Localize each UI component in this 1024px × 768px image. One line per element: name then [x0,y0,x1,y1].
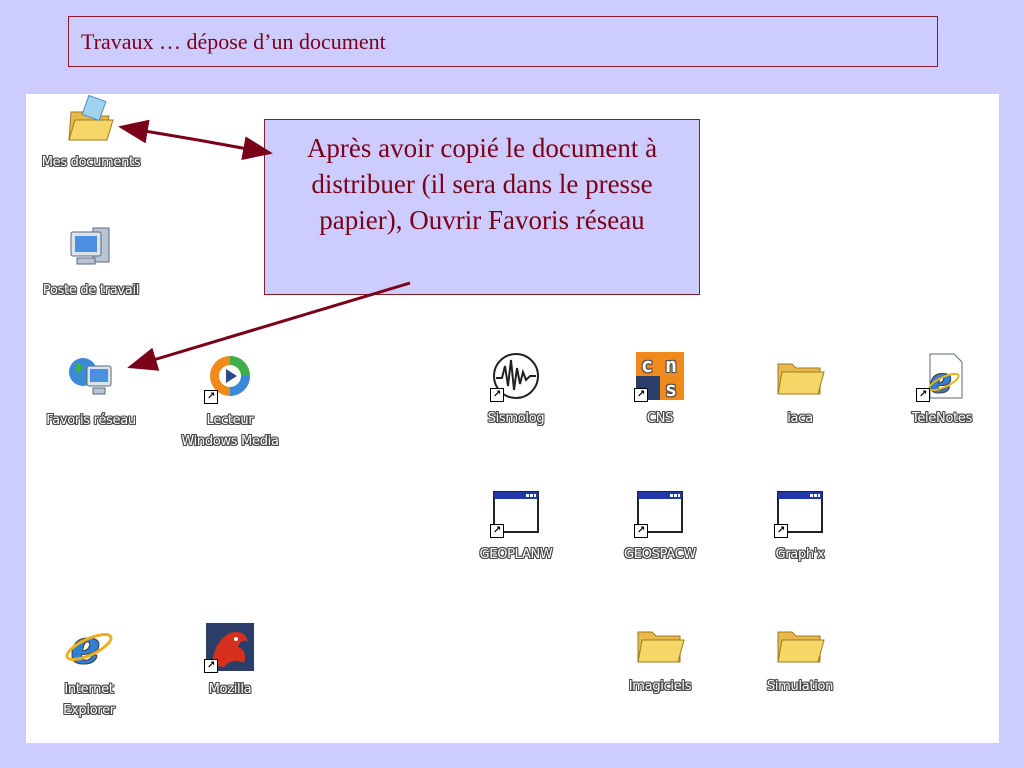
shortcut-arrow-icon: ↗ [774,524,788,538]
mozilla-icon: ↗ [204,621,256,673]
desktop-icon-internet-explorer[interactable]: e Internet Explorer [26,621,152,721]
icon-label: iaca [787,411,813,426]
icon-label: Imagiciels [628,679,692,694]
desktop-icon-cns[interactable]: cns ↗ CNS [610,350,710,429]
desktop-icon-mes-documents[interactable]: Mes documents [26,94,156,173]
shortcut-arrow-icon: ↗ [204,659,218,673]
network-globe-icon [65,352,117,404]
shortcut-arrow-icon: ↗ [634,388,648,402]
shortcut-arrow-icon: ↗ [490,388,504,402]
desktop-icon-favoris-reseau[interactable]: Favoris réseau [26,352,156,431]
desktop-icon-telenotes[interactable]: e ↗ TeleNotes [892,350,992,429]
desktop-icon-mozilla[interactable]: ↗ Mozilla [172,621,288,700]
shortcut-arrow-icon: ↗ [490,524,504,538]
icon-label: Lecteur [206,413,254,428]
media-player-icon: ↗ [204,352,256,404]
icon-label: TeleNotes [911,411,973,426]
desktop-icon-graphx[interactable]: ↗ Graph'x [750,486,850,565]
seismograph-icon: ↗ [490,350,542,402]
svg-text:e: e [930,361,951,401]
icon-label: Mozilla [208,682,252,697]
documents-folder-icon [65,94,117,146]
icon-label: Graph'x [775,547,825,562]
icon-label: GEOPLANW [479,547,553,562]
icon-label: Sismolog [487,411,545,426]
application-window-icon: ↗ [490,486,542,538]
desktop-icon-sismolog[interactable]: ↗ Sismolog [466,350,566,429]
desktop-icon-iaca[interactable]: iaca [750,350,850,429]
folder-icon [634,618,686,670]
shortcut-arrow-icon: ↗ [204,390,218,404]
application-window-icon: ↗ [634,486,686,538]
shortcut-arrow-icon: ↗ [916,388,930,402]
instruction-callout: Après avoir copié le document à distribu… [264,119,700,295]
icon-label: Windows Media [181,434,279,449]
shortcut-arrow-icon: ↗ [634,524,648,538]
internet-shortcut-document-icon: e ↗ [916,350,968,402]
icon-label: CNS [646,411,674,426]
icon-label: Favoris réseau [46,413,136,428]
svg-text:c: c [641,353,653,377]
slide-title: Travaux … dépose d’un document [68,16,938,67]
icon-label: Simulation [766,679,834,694]
application-window-icon: ↗ [774,486,826,538]
icon-label: Mes documents [41,155,141,170]
internet-explorer-icon: e [63,621,115,673]
icon-label: Internet [64,682,114,697]
desktop-icon-lecteur-windows-media[interactable]: ↗ Lecteur Windows Media [160,352,300,452]
desktop-icon-geospacw[interactable]: ↗ GEOSPACW [610,486,710,565]
computer-icon [65,222,117,274]
icon-label: Poste de travail [42,283,140,298]
desktop-icon-simulation[interactable]: Simulation [750,618,850,697]
desktop-icon-imagiciels[interactable]: Imagiciels [610,618,710,697]
svg-text:n: n [665,353,677,377]
icon-label: GEOSPACW [624,547,696,562]
desktop-icon-geoplanw[interactable]: ↗ GEOPLANW [466,486,566,565]
cns-icon: cns ↗ [634,350,686,402]
svg-text:s: s [665,377,677,401]
folder-icon [774,350,826,402]
icon-label: Explorer [63,703,115,718]
folder-icon [774,618,826,670]
desktop-icon-poste-de-travail[interactable]: Poste de travail [26,222,156,301]
